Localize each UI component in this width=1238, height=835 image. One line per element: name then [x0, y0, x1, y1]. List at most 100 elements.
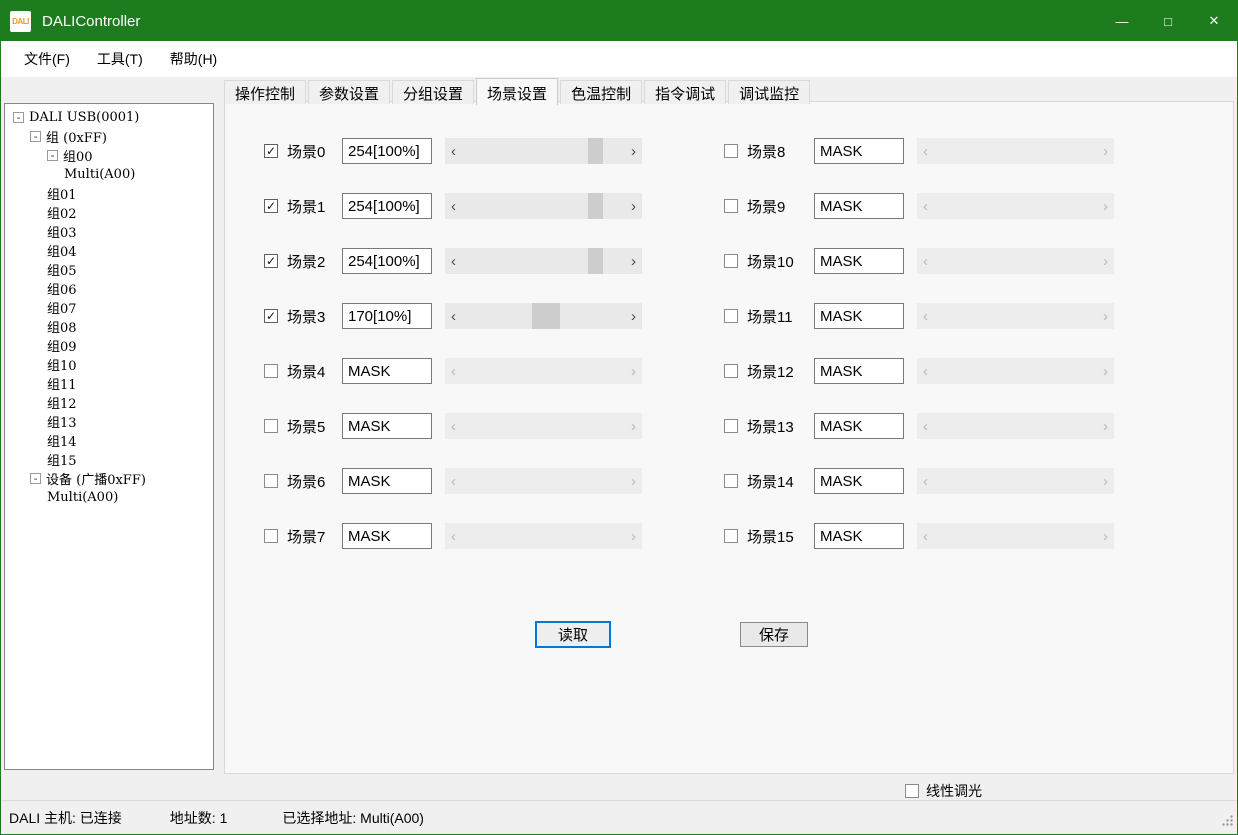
scene-value-input[interactable] [342, 193, 432, 219]
close-button[interactable]: ✕ [1191, 1, 1237, 41]
scroll-left-icon[interactable]: ‹ [445, 193, 462, 219]
scene-level-scrollbar[interactable]: ‹› [445, 303, 642, 329]
tree-item[interactable]: -DALI USB(0001) [5, 108, 213, 127]
scroll-left-icon[interactable]: ‹ [445, 138, 462, 164]
collapse-icon[interactable]: - [30, 131, 41, 142]
scrollbar-thumb[interactable] [588, 138, 603, 164]
tree-item[interactable]: 组02 [5, 203, 213, 222]
scrollbar-track[interactable] [462, 138, 625, 164]
tree-item-label: 组14 [47, 431, 77, 450]
tree-item[interactable]: 组01 [5, 184, 213, 203]
menu-file[interactable]: 文件(F) [11, 44, 84, 74]
scroll-left-icon: ‹ [917, 523, 934, 549]
tree-item[interactable]: -设备 (广播0xFF) [5, 469, 213, 488]
scroll-right-icon[interactable]: › [625, 193, 642, 219]
scene-checkbox[interactable] [264, 419, 278, 433]
tree-item[interactable]: 组03 [5, 222, 213, 241]
tree-item[interactable]: 组05 [5, 260, 213, 279]
menu-tools[interactable]: 工具(T) [84, 44, 157, 74]
scroll-left-icon[interactable]: ‹ [445, 303, 462, 329]
scene-checkbox[interactable] [264, 474, 278, 488]
scene-label: 场景15 [747, 526, 814, 547]
read-button[interactable]: 读取 [535, 621, 611, 648]
scene-value-input [814, 468, 904, 494]
tree-item[interactable]: Multi(A00) [5, 165, 213, 184]
tree-item[interactable]: 组06 [5, 279, 213, 298]
tree-item[interactable]: 组11 [5, 374, 213, 393]
scrollbar-track [934, 303, 1097, 329]
save-button[interactable]: 保存 [740, 622, 808, 647]
scene-checkbox[interactable] [724, 144, 738, 158]
tab-grouping-settings[interactable]: 分组设置 [392, 80, 474, 104]
scroll-left-icon: ‹ [445, 468, 462, 494]
scene-value-input[interactable] [342, 138, 432, 164]
tree-item[interactable]: 组07 [5, 298, 213, 317]
tab-parameter-settings[interactable]: 参数设置 [308, 80, 390, 104]
tab-debug-monitor[interactable]: 调试监控 [728, 80, 810, 104]
scene-level-scrollbar[interactable]: ‹› [445, 193, 642, 219]
tree-item[interactable]: 组14 [5, 431, 213, 450]
tree-item[interactable]: 组10 [5, 355, 213, 374]
resize-grip-icon[interactable] [1221, 814, 1234, 830]
tree-item[interactable]: 组13 [5, 412, 213, 431]
scene-checkbox[interactable] [724, 199, 738, 213]
scene-checkbox[interactable]: ✓ [264, 199, 278, 213]
scroll-right-icon[interactable]: › [625, 248, 642, 274]
scene-level-scrollbar: ‹› [917, 468, 1114, 494]
scene-checkbox[interactable] [724, 254, 738, 268]
tree-item[interactable]: 组04 [5, 241, 213, 260]
scene-checkbox[interactable] [264, 529, 278, 543]
scene-label: 场景11 [747, 306, 814, 327]
scroll-left-icon[interactable]: ‹ [445, 248, 462, 274]
scene-checkbox[interactable] [724, 309, 738, 323]
tree-item[interactable]: 组08 [5, 317, 213, 336]
tab-color-temp-control[interactable]: 色温控制 [560, 80, 642, 104]
collapse-icon[interactable]: - [13, 112, 24, 123]
scene-checkbox[interactable] [724, 364, 738, 378]
scene-value-input[interactable] [342, 248, 432, 274]
tree-item[interactable]: 组09 [5, 336, 213, 355]
scrollbar-track[interactable] [462, 303, 625, 329]
scene-checkbox[interactable]: ✓ [264, 254, 278, 268]
scene-checkbox[interactable] [724, 529, 738, 543]
scene-row: ✓场景2‹› [264, 248, 642, 274]
scene-level-scrollbar[interactable]: ‹› [445, 248, 642, 274]
scrollbar-track[interactable] [462, 248, 625, 274]
scrollbar-thumb[interactable] [588, 248, 603, 274]
scrollbar-track [934, 193, 1097, 219]
tree-item[interactable]: 组15 [5, 450, 213, 469]
scene-row: 场景9‹› [724, 193, 1114, 219]
scrollbar-thumb[interactable] [588, 193, 603, 219]
tree-item-label: 组00 [63, 146, 93, 165]
scene-value-input[interactable] [342, 303, 432, 329]
scene-checkbox[interactable] [724, 474, 738, 488]
tree-item[interactable]: -组00 [5, 146, 213, 165]
maximize-button[interactable]: □ [1145, 1, 1191, 41]
tree-item[interactable]: Multi(A00) [5, 488, 213, 507]
collapse-icon[interactable]: - [47, 150, 58, 161]
scene-level-scrollbar[interactable]: ‹› [445, 138, 642, 164]
scene-checkbox[interactable] [264, 364, 278, 378]
menu-help[interactable]: 帮助(H) [157, 44, 231, 74]
scene-row: 场景4‹› [264, 358, 642, 384]
linear-dimming-checkbox[interactable] [905, 784, 919, 798]
tree-item[interactable]: 组12 [5, 393, 213, 412]
tab-scene-settings[interactable]: 场景设置 [476, 78, 558, 105]
scroll-right-icon: › [1097, 523, 1114, 549]
minimize-button[interactable]: — [1099, 1, 1145, 41]
tab-operation-control[interactable]: 操作控制 [224, 80, 306, 104]
tab-command-debug[interactable]: 指令调试 [644, 80, 726, 104]
scrollbar-thumb[interactable] [532, 303, 560, 329]
scrollbar-track [462, 413, 625, 439]
scene-checkbox[interactable]: ✓ [264, 309, 278, 323]
collapse-icon[interactable]: - [30, 473, 41, 484]
scroll-right-icon[interactable]: › [625, 138, 642, 164]
scene-checkbox[interactable]: ✓ [264, 144, 278, 158]
scene-row: 场景12‹› [724, 358, 1114, 384]
scroll-right-icon[interactable]: › [625, 303, 642, 329]
scrollbar-track[interactable] [462, 193, 625, 219]
scene-checkbox[interactable] [724, 419, 738, 433]
tree-item[interactable]: -组 (0xFF) [5, 127, 213, 146]
scroll-left-icon: ‹ [917, 138, 934, 164]
scene-label: 场景1 [287, 196, 342, 217]
